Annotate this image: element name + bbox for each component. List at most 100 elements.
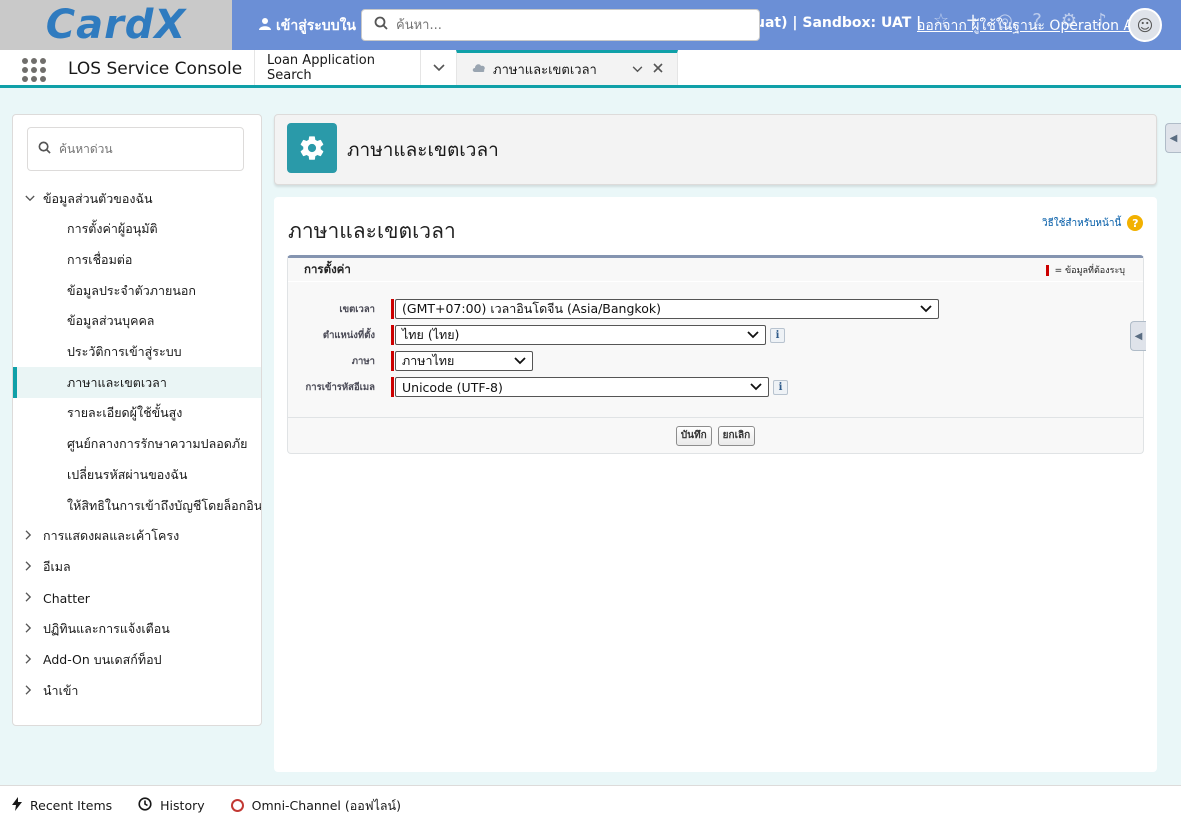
lightning-bolt-icon <box>12 797 22 814</box>
chevron-down-icon <box>750 381 762 394</box>
language-label: ภาษา <box>351 355 375 367</box>
required-marker <box>391 351 394 371</box>
locale-label: ตำแหน่งที่ตั้ง <box>322 329 375 341</box>
tree-item-connections[interactable]: การเชื่อมต่อ <box>13 245 261 276</box>
recent-items-label: Recent Items <box>30 798 113 813</box>
tree-section-desktop-addons[interactable]: Add-On บนเดสก์ท็อป <box>13 645 261 676</box>
tree-item-advanced-user-details[interactable]: รายละเอียดผู้ใช้ขั้นสูง <box>13 398 261 429</box>
tree-section-my-personal-info[interactable]: ข้อมูลส่วนตัวของฉัน <box>13 183 261 214</box>
email-encoding-value: Unicode (UTF-8) <box>402 379 503 395</box>
tree-section-label: อีเมล <box>43 559 71 575</box>
page-title: ภาษาและเขตเวลา <box>288 219 456 243</box>
utility-panel-toggle-icon[interactable]: ◀ <box>1165 123 1181 153</box>
section-title: การตั้งค่า <box>304 261 351 276</box>
settings-gear-icon <box>287 123 337 173</box>
required-marker <box>391 325 394 345</box>
app-name: LOS Service Console <box>68 59 243 79</box>
tree-item-external-identity[interactable]: ข้อมูลประจำตัวภายนอก <box>13 275 261 306</box>
email-encoding-info-icon[interactable]: i <box>773 379 788 395</box>
history-button[interactable]: History <box>138 797 205 814</box>
chevron-down-icon <box>920 303 932 316</box>
email-encoding-row: การเข้ารหัสอีเมล Unicode (UTF-8) i <box>288 376 788 398</box>
section-header: การตั้งค่า = ข้อมูลที่ต้องระบุ <box>288 258 1143 282</box>
tree-section-display-layout[interactable]: การแสดงผลและเค้าโครง <box>13 521 261 552</box>
trailhead-icon[interactable]: ◎ <box>994 10 1016 31</box>
chevron-right-icon <box>25 623 43 636</box>
login-as-label: เข้าสู่ระบบใน <box>276 18 356 34</box>
help-link-label: วิธีใช้สำหรับหน้านี้ <box>1042 217 1122 229</box>
page-header: ภาษาและเขตเวลา <box>274 114 1157 185</box>
tree-section-email[interactable]: อีเมล <box>13 552 261 583</box>
tree-section-label: ปฏิทินและการแจ้งเตือน <box>43 621 170 637</box>
locale-value: ไทย (ไทย) <box>402 327 460 342</box>
header-title: ภาษาและเขตเวลา <box>347 139 499 161</box>
chevron-right-icon <box>25 561 43 574</box>
tree-section-import[interactable]: นำเข้า <box>13 676 261 707</box>
tree-section-label: ข้อมูลส่วนตัวของฉัน <box>43 190 153 206</box>
tree-section-label: Add-On บนเดสก์ท็อป <box>43 652 162 668</box>
timezone-row: เขตเวลา (GMT+07:00) เวลาอินโดจีน (Asia/B… <box>288 298 939 320</box>
tree-item-change-password[interactable]: เปลี่ยนรหัสผ่านของฉัน <box>13 460 261 491</box>
email-encoding-select[interactable]: Unicode (UTF-8) <box>395 377 769 397</box>
global-search-input[interactable] <box>396 17 736 33</box>
main-content: ภาษาและเขตเวลา วิธีใช้สำหรับหน้านี้ ? กา… <box>274 197 1157 772</box>
chevron-right-icon <box>25 530 43 543</box>
omni-channel-label: Omni-Channel (ออฟไลน์) <box>251 797 401 813</box>
tree-item-login-history[interactable]: ประวัติการเข้าสู่ระบบ <box>13 337 261 368</box>
language-row: ภาษา ภาษาไทย <box>288 350 533 372</box>
locale-select[interactable]: ไทย (ไทย) <box>395 325 766 345</box>
notifications-bell-icon[interactable]: ♪ <box>1090 10 1112 31</box>
favorites-icon[interactable]: ☆ <box>930 10 952 31</box>
clock-icon <box>138 797 152 814</box>
tree-item-grant-login-access[interactable]: ให้สิทธิในการเข้าถึงบัญชีโดยล็อกอิน <box>13 490 261 521</box>
search-icon <box>38 141 51 158</box>
language-required-wrap: ภาษาไทย <box>391 351 533 371</box>
quick-find-input[interactable] <box>59 142 229 156</box>
help-icon[interactable]: ? <box>1026 10 1048 31</box>
tree-item-language-timezone[interactable]: ภาษาและเขตเวลา <box>13 367 261 399</box>
tab-menu-chevron-icon[interactable] <box>420 50 456 85</box>
setup-gear-icon[interactable]: ⚙ <box>1058 10 1080 31</box>
timezone-select[interactable]: (GMT+07:00) เวลาอินโดจีน (Asia/Bangkok) <box>395 299 939 319</box>
console-navbar: LOS Service Console Loan Application Sea… <box>0 50 1181 88</box>
tab-label: ภาษาและเขตเวลา <box>493 62 597 78</box>
top-banner: CardX เข้าสู่ระบบใน uat) | Sandbox: UAT … <box>0 0 1181 50</box>
locale-info-icon[interactable]: i <box>770 327 785 343</box>
global-add-icon[interactable]: + <box>962 10 984 31</box>
required-marker <box>391 377 394 397</box>
required-legend-text: = ข้อมูลที่ต้องระบุ <box>1054 266 1125 276</box>
global-search[interactable] <box>361 9 760 41</box>
language-value: ภาษาไทย <box>402 353 455 368</box>
utility-bar: Recent Items History Omni-Channel (ออฟไล… <box>0 785 1181 825</box>
user-avatar[interactable]: ☺ <box>1128 8 1162 42</box>
timezone-required-wrap: (GMT+07:00) เวลาอินโดจีน (Asia/Bangkok) <box>391 299 939 319</box>
email-encoding-required-wrap: Unicode (UTF-8) <box>391 377 769 397</box>
tree-section-calendar-reminders[interactable]: ปฏิทินและการแจ้งเตือน <box>13 614 261 645</box>
app-launcher-icon[interactable] <box>22 58 46 82</box>
tab-close-icon[interactable] <box>653 62 663 77</box>
quick-find-box[interactable] <box>27 127 244 171</box>
tree-item-security-central[interactable]: ศูนย์กลางการรักษาความปลอดภัย <box>13 429 261 460</box>
side-panel-toggle-icon[interactable]: ◀ <box>1130 321 1146 351</box>
language-select[interactable]: ภาษาไทย <box>395 351 533 371</box>
required-marker <box>1045 264 1049 276</box>
tab-dropdown-chevron-icon[interactable] <box>632 62 643 77</box>
tab-language-timezone[interactable]: ภาษาและเขตเวลา <box>456 50 678 85</box>
save-button[interactable]: บันทึก <box>675 425 712 446</box>
locale-row: ตำแหน่งที่ตั้ง ไทย (ไทย) i <box>288 324 785 346</box>
tree-section-chatter[interactable]: Chatter <box>13 583 261 614</box>
email-encoding-label: การเข้ารหัสอีเมล <box>305 381 375 393</box>
cancel-button[interactable]: ยกเลิก <box>717 425 756 446</box>
tab-loan-application-search[interactable]: Loan Application Search <box>254 50 420 85</box>
tree-section-label: Chatter <box>43 590 90 606</box>
recent-items-button[interactable]: Recent Items <box>12 797 112 814</box>
tree-section-label: การแสดงผลและเค้าโครง <box>43 528 180 544</box>
chevron-down-icon <box>25 192 43 205</box>
help-for-this-page-link[interactable]: วิธีใช้สำหรับหน้านี้ ? <box>1042 215 1144 231</box>
required-marker <box>391 299 394 319</box>
chevron-right-icon <box>25 685 43 698</box>
tree-item-approver-settings[interactable]: การตั้งค่าผู้อนุมัติ <box>13 214 261 245</box>
omni-channel-button[interactable]: Omni-Channel (ออฟไลน์) <box>230 796 401 816</box>
tree-item-personal-info[interactable]: ข้อมูลส่วนบุคคล <box>13 306 261 337</box>
chevron-right-icon <box>25 654 43 667</box>
